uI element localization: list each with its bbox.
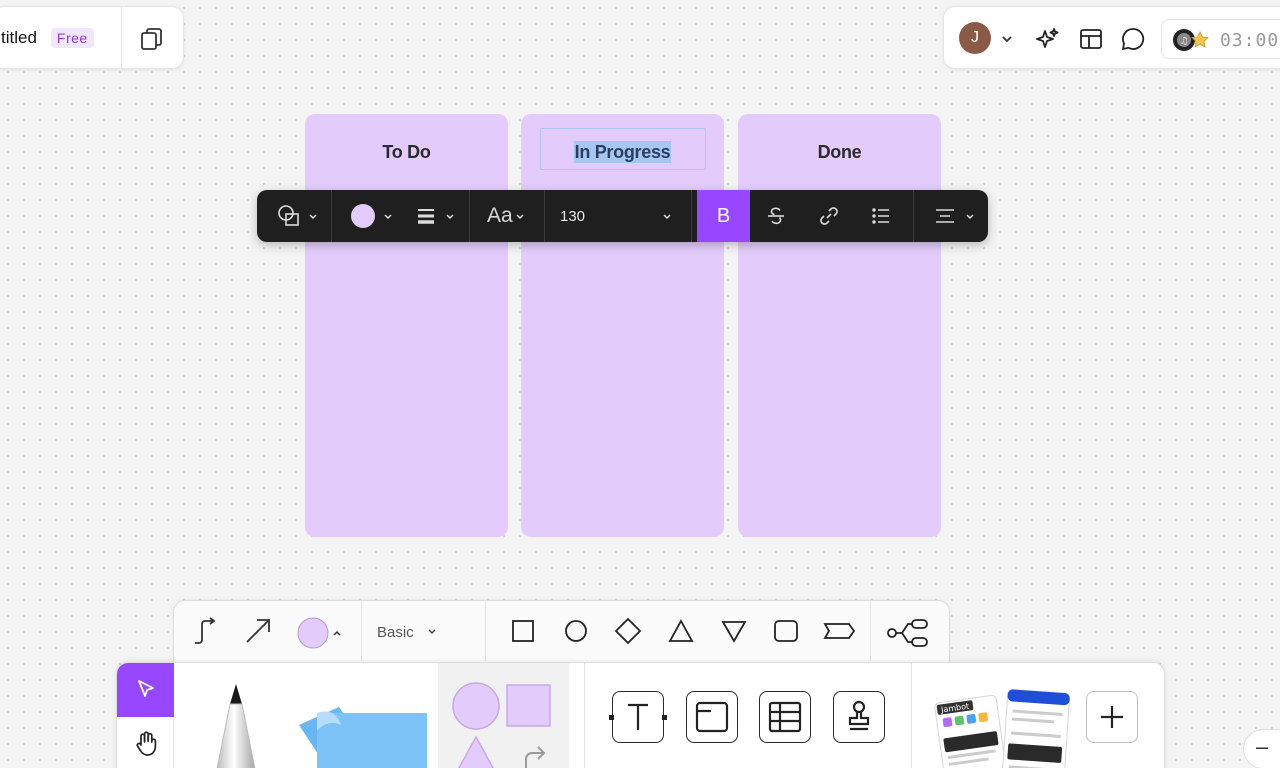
mode-selector <box>117 663 174 768</box>
ai-sparkle-icon[interactable] <box>1034 26 1060 52</box>
rounded-rectangle-icon[interactable] <box>772 617 800 645</box>
fill-color-dropdown[interactable] <box>349 190 395 242</box>
top-right-toolbar: J ♫ 03:00 <box>943 6 1280 69</box>
column-title[interactable]: Done <box>738 142 941 163</box>
divider <box>469 190 470 242</box>
column-in-progress[interactable]: In Progress <box>521 114 724 537</box>
section-tool[interactable] <box>686 691 738 743</box>
shapes-tool[interactable] <box>438 663 569 768</box>
shape-type-dropdown[interactable] <box>275 190 321 242</box>
selected-text[interactable]: In Progress <box>573 141 672 163</box>
avatar[interactable]: J <box>959 22 991 54</box>
text-handle-right <box>662 715 667 720</box>
diamond-icon[interactable] <box>614 617 642 645</box>
avatar-initial: J <box>971 29 979 46</box>
divider <box>331 190 332 242</box>
duplicate-pages-icon[interactable] <box>139 26 165 52</box>
shape-color-picker[interactable] <box>297 617 341 649</box>
file-title-bar: titled Free <box>0 6 184 69</box>
bold-button[interactable]: B <box>697 190 750 242</box>
main-toolbar: Jambot <box>116 662 1165 768</box>
triangle-icon[interactable] <box>667 617 695 645</box>
text-handle-left <box>609 715 614 720</box>
hand-tool[interactable] <box>117 717 174 768</box>
plan-badge[interactable]: Free <box>50 27 94 48</box>
divider <box>913 190 914 242</box>
chevron-down-icon[interactable] <box>994 26 1020 52</box>
chevron-down-icon[interactable] <box>660 190 676 242</box>
zoom-controls: – <box>1243 729 1280 768</box>
svg-text:♫: ♫ <box>1180 36 1189 47</box>
stamp-tool[interactable] <box>833 691 885 743</box>
link-icon[interactable] <box>816 190 842 242</box>
divider <box>485 601 486 661</box>
tag-shape-icon[interactable] <box>822 617 856 645</box>
text-align-dropdown[interactable] <box>932 190 978 242</box>
rectangle-icon[interactable] <box>509 617 537 645</box>
arrow-icon[interactable] <box>244 617 272 645</box>
chevron-down-icon[interactable] <box>425 617 453 645</box>
font-label: Aa <box>487 204 513 227</box>
select-tool[interactable] <box>117 663 174 717</box>
divider <box>911 663 912 768</box>
timer-readout: 03:00 <box>1220 30 1280 51</box>
shape-toolbar: Basic <box>173 600 950 668</box>
mind-map-icon[interactable] <box>886 617 930 647</box>
column-title[interactable]: In Progress <box>521 141 724 163</box>
column-done[interactable]: Done <box>738 114 941 537</box>
pen-tool[interactable] <box>205 681 267 768</box>
divider <box>691 190 692 242</box>
timer-widget[interactable]: ♫ 03:00 <box>1161 19 1280 59</box>
inverted-triangle-icon[interactable] <box>720 617 748 645</box>
shape-library-dropdown[interactable]: Basic <box>377 624 414 641</box>
music-icon: ♫ <box>1172 28 1212 52</box>
text-tool[interactable] <box>612 691 664 743</box>
divider <box>870 601 871 661</box>
font-size-dropdown[interactable]: 130 <box>560 190 585 242</box>
layout-icon[interactable] <box>1078 26 1104 52</box>
comment-icon[interactable] <box>1120 26 1146 52</box>
strikethrough-icon[interactable] <box>763 190 789 242</box>
divider <box>584 663 585 768</box>
font-family-dropdown[interactable]: Aa <box>487 190 529 242</box>
templates[interactable]: Jambot <box>933 685 1073 768</box>
font-size-value: 130 <box>560 207 586 225</box>
divider <box>361 601 362 661</box>
connector-curve-icon[interactable] <box>191 617 219 645</box>
divider <box>121 7 122 68</box>
divider <box>544 190 545 242</box>
border-style-dropdown[interactable] <box>415 190 461 242</box>
column-title[interactable]: To Do <box>305 142 508 163</box>
column-to-do[interactable]: To Do <box>305 114 508 537</box>
sticky-note-tool[interactable] <box>289 685 434 768</box>
format-toolbar: Aa 130 B <box>257 190 988 242</box>
zoom-out-button[interactable]: – <box>1256 734 1268 760</box>
add-more-button[interactable] <box>1086 691 1138 743</box>
bold-label: B <box>716 204 731 227</box>
circle-icon[interactable] <box>562 617 590 645</box>
table-tool[interactable] <box>759 691 811 743</box>
file-title[interactable]: titled <box>1 28 37 48</box>
bullet-list-icon[interactable] <box>868 190 894 242</box>
